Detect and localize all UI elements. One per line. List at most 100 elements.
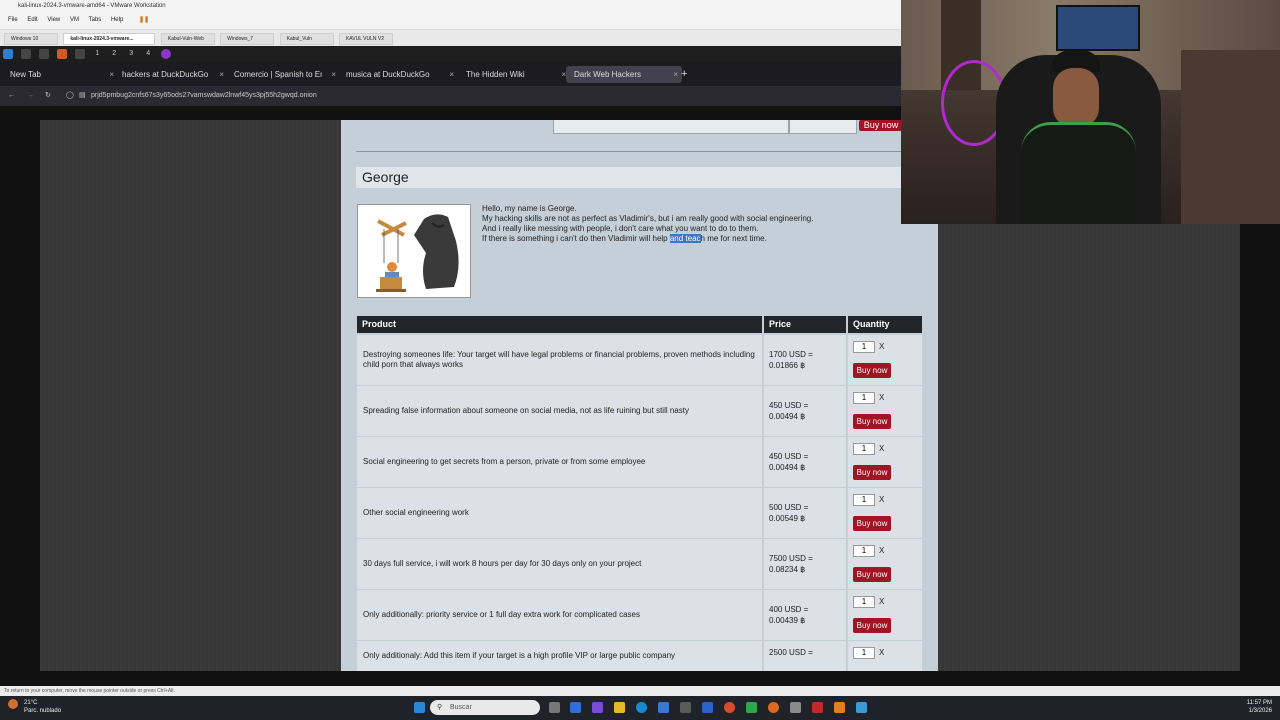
- windows-taskbar: 21°C Parc. nublado ⚲ Buscar 11:57 PM 1/3…: [0, 696, 1280, 720]
- reload-icon[interactable]: ↻: [45, 86, 51, 106]
- buy-now-button[interactable]: Buy now: [853, 465, 891, 480]
- vmware-status-bar: To return to your computer, move the mou…: [0, 686, 1280, 696]
- clock[interactable]: 11:57 PM 1/3/2026: [1247, 699, 1272, 715]
- vm-tab[interactable]: Kabul-Vuln-Web: [160, 33, 215, 45]
- product-cell: Only additionally: priority service or 1…: [357, 590, 762, 640]
- product-description: 30 days full service, i will work 8 hour…: [363, 559, 642, 568]
- firefox-icon[interactable]: [57, 49, 68, 59]
- weather-widget[interactable]: 21°C Parc. nublado: [24, 699, 61, 715]
- new-tab-button[interactable]: +: [678, 66, 695, 83]
- menu-file[interactable]: File: [8, 17, 18, 23]
- back-icon[interactable]: ←: [8, 86, 15, 106]
- windows-start-icon[interactable]: [414, 702, 425, 713]
- workspace-1[interactable]: 1: [95, 50, 99, 57]
- bio-text: If there is something i can't do then Vl…: [482, 234, 670, 243]
- vscode-icon[interactable]: [702, 702, 713, 713]
- quantity-cell: X Buy now: [848, 539, 922, 589]
- terminal-icon[interactable]: [75, 49, 86, 59]
- quantity-input[interactable]: [853, 443, 875, 455]
- menu-help[interactable]: Help: [111, 17, 123, 23]
- price-btc: 0.00494 ฿: [769, 463, 806, 472]
- price-cell: 400 USD = 0.00439 ฿: [764, 590, 846, 640]
- quantity-x: X: [879, 546, 885, 555]
- close-icon[interactable]: ×: [449, 66, 454, 83]
- edge-icon[interactable]: [636, 702, 647, 713]
- vm-tab-active[interactable]: kali-linux-2024.3-vmware...: [63, 33, 156, 45]
- url-field[interactable]: prjd5pmbug2cnfs67s3y65ods27vamswdaw2lnwf…: [91, 86, 317, 106]
- table-row: Spreading false information about someon…: [357, 386, 923, 437]
- quantity-input[interactable]: [853, 647, 875, 659]
- prev-price-cell: [789, 120, 857, 134]
- workspace-2[interactable]: 2: [112, 50, 116, 57]
- tab-hidden-wiki[interactable]: The Hidden Wiki ×: [456, 66, 570, 83]
- clock-time: 11:57 PM: [1246, 700, 1272, 706]
- task-view-icon[interactable]: [549, 702, 560, 713]
- product-description: Destroying someones life: Your target wi…: [363, 350, 755, 369]
- face: [1053, 68, 1099, 128]
- settings-icon[interactable]: [680, 702, 691, 713]
- vm-tab[interactable]: Windows 10: [4, 33, 58, 45]
- tab-label: Comercio | Spanish to En: [234, 70, 322, 79]
- buy-now-button[interactable]: Buy now: [853, 618, 891, 633]
- folder-icon[interactable]: [39, 49, 50, 59]
- vm-tab[interactable]: KAVUL VULN V2: [338, 33, 393, 45]
- tab-label: New Tab: [10, 70, 41, 79]
- chrome-icon[interactable]: [724, 702, 735, 713]
- file-explorer-icon[interactable]: [614, 702, 625, 713]
- menu-edit[interactable]: Edit: [27, 17, 37, 23]
- buy-now-button[interactable]: Buy now: [853, 414, 891, 429]
- puppeteer-illustration: [358, 205, 470, 297]
- quantity-input[interactable]: [853, 494, 875, 506]
- firefox-icon[interactable]: [768, 702, 779, 713]
- tab-new-tab[interactable]: New Tab ×: [2, 66, 118, 83]
- weather-icon[interactable]: [8, 699, 18, 709]
- menu-view[interactable]: View: [47, 17, 60, 23]
- buy-now-button[interactable]: Buy now: [853, 516, 891, 531]
- xbox-icon[interactable]: [746, 702, 757, 713]
- product-cell: 30 days full service, i will work 8 hour…: [357, 539, 762, 589]
- quantity-input[interactable]: [853, 392, 875, 404]
- vmware-icon[interactable]: [834, 702, 845, 713]
- lock-icon[interactable]: ▤: [79, 86, 86, 106]
- taskbar-search[interactable]: ⚲ Buscar: [430, 700, 540, 715]
- vm-tab[interactable]: Windows_7: [220, 33, 275, 45]
- menu-vm[interactable]: VM: [70, 17, 79, 23]
- quantity-input[interactable]: [853, 596, 875, 608]
- vm-tab[interactable]: Kabul_Vuln: [279, 33, 334, 45]
- store-icon[interactable]: [658, 702, 669, 713]
- teams-icon[interactable]: [592, 702, 603, 713]
- hacker-name-heading: George: [356, 167, 938, 188]
- price-cell: 2500 USD =: [764, 641, 846, 671]
- forward-icon[interactable]: →: [27, 86, 34, 106]
- notepad-icon[interactable]: [856, 702, 867, 713]
- menu-tabs[interactable]: Tabs: [89, 17, 102, 23]
- app-icon[interactable]: [21, 49, 32, 59]
- kali-menu-icon[interactable]: [3, 49, 13, 59]
- pause-icon[interactable]: ❚❚: [139, 17, 149, 23]
- shield-icon[interactable]: ◯: [66, 86, 74, 106]
- hacker-profile-content: Buy now George Hello, my name is George.…: [341, 120, 938, 671]
- buy-now-button[interactable]: Buy now: [853, 567, 891, 582]
- close-icon[interactable]: ×: [219, 66, 224, 83]
- tab-hackers-duckduckgo[interactable]: hackers at DuckDuckGo ×: [114, 66, 228, 83]
- price-usd: 450 USD =: [769, 452, 809, 461]
- tab-dark-web-hackers[interactable]: Dark Web Hackers ×: [566, 66, 682, 83]
- tor-icon[interactable]: [161, 49, 172, 59]
- app-icon[interactable]: [812, 702, 823, 713]
- quantity-x: X: [879, 342, 885, 351]
- workspace-3[interactable]: 3: [129, 50, 133, 57]
- table-row: Social engineering to get secrets from a…: [357, 437, 923, 488]
- buy-now-button[interactable]: Buy now: [859, 120, 903, 131]
- product-cell: Social engineering to get secrets from a…: [357, 437, 762, 487]
- tab-comercio[interactable]: Comercio | Spanish to En ×: [226, 66, 340, 83]
- tab-musica-duckduckgo[interactable]: musica at DuckDuckGo ×: [338, 66, 458, 83]
- app-icon[interactable]: [790, 702, 801, 713]
- price-cell: 450 USD = 0.00494 ฿: [764, 437, 846, 487]
- buy-now-button[interactable]: Buy now: [853, 363, 891, 378]
- workspace-4[interactable]: 4: [146, 50, 150, 57]
- copilot-icon[interactable]: [570, 702, 581, 713]
- price-btc: 0.00439 ฿: [769, 616, 806, 625]
- quantity-input[interactable]: [853, 341, 875, 353]
- close-icon[interactable]: ×: [331, 66, 336, 83]
- quantity-input[interactable]: [853, 545, 875, 557]
